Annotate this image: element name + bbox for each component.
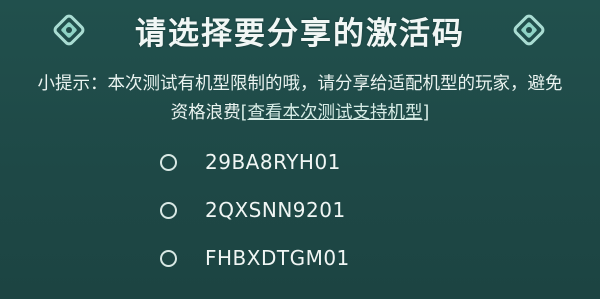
radio-button[interactable] <box>160 201 177 219</box>
activation-code: 2QXSNN9201 <box>205 198 346 222</box>
code-option[interactable]: FHBXDTGM01 <box>160 243 350 273</box>
radio-button[interactable] <box>160 153 177 171</box>
activation-code: FHBXDTGM01 <box>205 246 350 270</box>
code-option[interactable]: 29BA8RYH01 <box>160 147 341 177</box>
radio-button[interactable] <box>160 249 177 267</box>
diamond-ornament-icon <box>513 14 545 46</box>
code-option[interactable]: 2QXSNN9201 <box>160 195 346 225</box>
title-bar: 请选择要分享的激活码 <box>0 0 600 62</box>
activation-code: 29BA8RYH01 <box>205 150 341 174</box>
hint-text: 小提示：本次测试有机型限制的哦，请分享给适配机型的玩家，避免 资格浪费[查看本次… <box>0 70 600 128</box>
share-activation-code-dialog: 请选择要分享的激活码 小提示：本次测试有机型限制的哦，请分享给适配机型的玩家，避… <box>0 0 600 299</box>
hint-line-1: 小提示：本次测试有机型限制的哦，请分享给适配机型的玩家，避免 <box>37 74 563 94</box>
dialog-title: 请选择要分享的激活码 <box>135 15 465 52</box>
diamond-ornament-icon <box>53 14 85 46</box>
hint-line-2-text: 资格浪费 <box>170 103 241 123</box>
supported-devices-link[interactable]: [查看本次测试支持机型] <box>241 103 430 123</box>
hint-line-2: 资格浪费[查看本次测试支持机型] <box>0 99 600 128</box>
